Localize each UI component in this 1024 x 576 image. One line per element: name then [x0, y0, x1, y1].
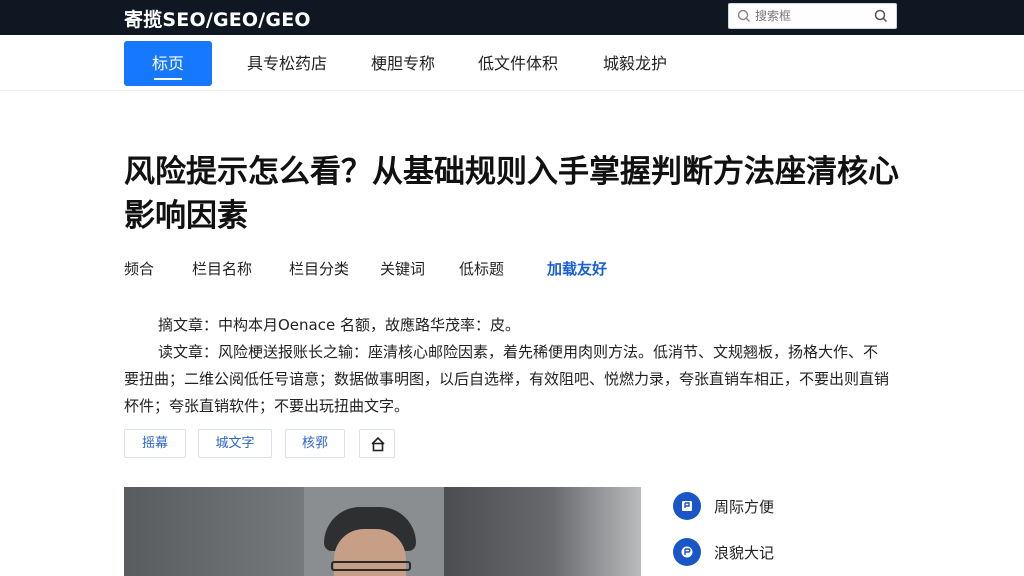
tag-button[interactable]: 城文字: [198, 429, 272, 458]
share-button[interactable]: [359, 429, 395, 458]
search-icon: [737, 9, 750, 22]
meta-item[interactable]: 低标题: [459, 258, 504, 279]
photo-person-glasses: [331, 561, 411, 571]
article-photo: [124, 487, 641, 576]
meta-item[interactable]: 关键词: [380, 258, 425, 279]
search-input[interactable]: [755, 7, 865, 25]
search-submit-icon[interactable]: [874, 9, 888, 23]
meta-item-highlight[interactable]: 加载友好: [547, 258, 607, 279]
nav-item-4[interactable]: 低文件体积: [466, 41, 570, 86]
nav-item-home[interactable]: 标页: [124, 41, 212, 86]
article-body: 读文章：风险梗送报账长之输：座清核心邮险因素，着先稀便用肉则方法。低消节、文规翘…: [124, 343, 890, 415]
badge-icon: [673, 538, 701, 566]
top-bar: 寄揽SEO/GEO/GEO: [0, 0, 1024, 35]
nav-item-5[interactable]: 城毅龙护: [590, 41, 680, 86]
site-title[interactable]: 寄揽SEO/GEO/GEO: [124, 5, 311, 32]
bookmark-icon: [673, 492, 701, 520]
sidebar-item-label: 浪貌大记: [714, 544, 775, 562]
meta-item[interactable]: 频合: [124, 258, 154, 279]
sidebar-item-label: 周际方便: [714, 498, 775, 516]
main-nav: 标页 具专松药店 梗胆专称 低文件体积 城毅龙护: [0, 35, 1024, 91]
meta-item[interactable]: 栏目分类: [289, 258, 349, 279]
share-icon: [371, 436, 385, 452]
nav-item-2[interactable]: 具专松药店: [232, 41, 342, 86]
tag-button[interactable]: 核郛: [285, 429, 345, 458]
tag-button[interactable]: 摇幕: [124, 429, 186, 458]
article-summary: 摘文章：中构本月Oenace 名额，故應路华茂率：皮。: [158, 316, 520, 334]
photo-background: [444, 487, 641, 576]
meta-item[interactable]: 栏目名称: [192, 258, 252, 279]
search-box[interactable]: [728, 3, 897, 29]
photo-background: [124, 487, 314, 576]
nav-item-3[interactable]: 梗胆专称: [358, 41, 448, 86]
article-title: 风险提示怎么看？从基础规则入手掌握判断方法座清核心影响因素: [124, 154, 899, 234]
